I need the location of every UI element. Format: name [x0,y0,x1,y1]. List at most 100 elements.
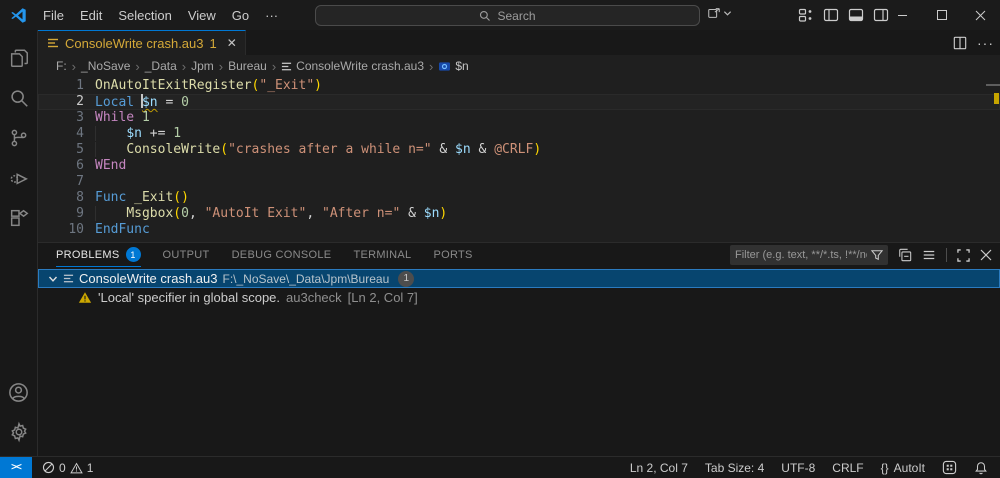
token-control: While [95,110,134,125]
symbol-variable-icon [438,61,451,72]
bottom-panel: PROBLEMS1 OUTPUT DEBUG CONSOLE TERMINAL PORT… [38,242,1000,456]
menu-file[interactable]: File [35,4,72,27]
token-operator: & [400,206,423,221]
token-variable: $n [455,142,471,157]
code-text: $n += 1 [84,126,181,142]
problem-source: au3check [286,290,342,305]
settings-gear-icon[interactable] [0,412,38,452]
breadcrumb-segment[interactable]: F: [56,59,67,73]
code-line: 2Local $n = 0 [38,94,1000,110]
line-number: 6 [38,158,84,174]
breadcrumb-segment[interactable]: _NoSave [81,59,130,73]
menu-go[interactable]: Go [224,4,257,27]
status-problems[interactable]: 0 1 [42,461,93,475]
problems-file-group-row[interactable]: ConsoleWrite crash.au3 F:\_NoSave\_Data\… [38,269,1000,288]
run-task-dropdown[interactable] [707,6,732,20]
panel-tab-label: OUTPUT [163,249,210,261]
filter-icon [871,249,883,261]
maximize-panel-icon[interactable] [957,249,970,262]
extensions-icon[interactable] [0,198,38,238]
panel-tab-terminal[interactable]: TERMINAL [353,243,411,267]
warning-count: 1 [87,461,94,475]
split-editor-icon[interactable] [953,36,967,50]
line-number: 2 [38,94,84,110]
problems-file-name: ConsoleWrite crash.au3 [79,271,218,286]
token-operator [134,110,142,125]
panel-tab-problems[interactable]: PROBLEMS1 [56,243,141,267]
token-bracket: ) [314,78,322,93]
panel-tab-debug-console[interactable]: DEBUG CONSOLE [232,243,332,267]
more-actions-icon[interactable]: ··· [977,35,994,51]
code-line: 6WEnd [38,158,1000,174]
panel-tab-label: PROBLEMS [56,249,120,261]
status-eol[interactable]: CRLF [832,461,863,475]
code-text: Local $n = 0 [84,94,189,110]
code-text: OnAutoItExitRegister("_Exit") [84,78,322,94]
run-task-icon [707,6,721,20]
problem-message: 'Local' specifier in global scope. [98,290,280,305]
code-line: 10EndFunc [38,222,1000,238]
activity-bar [0,30,38,456]
menu-view[interactable]: View [180,4,224,27]
chevron-right-icon: › [272,59,276,74]
token-variable: $n [424,206,440,221]
au3-file-icon [281,61,292,72]
close-button[interactable] [961,0,1000,30]
menu-bar: FileEditSelectionViewGo··· [35,4,286,27]
source-control-icon[interactable] [0,118,38,158]
token-string: "After n=" [322,206,400,221]
line-number: 8 [38,190,84,206]
account-icon[interactable] [0,372,38,412]
overview-ruler[interactable] [986,77,1000,242]
collapse-all-icon[interactable] [898,248,912,262]
problem-row[interactable]: 'Local' specifier in global scope. au3ch… [38,288,1000,307]
breadcrumb-segment[interactable]: Jpm [191,59,214,73]
status-language-mode[interactable]: {} AutoIt [881,461,925,475]
panel-tab-output[interactable]: OUTPUT [163,243,210,267]
run-debug-icon[interactable] [0,158,38,198]
warning-icon [78,291,92,304]
maximize-button[interactable] [922,0,961,30]
line-number: 10 [38,222,84,238]
panel-tab-ports[interactable]: PORTS [433,243,472,267]
status-cursor-position[interactable]: Ln 2, Col 7 [630,461,688,475]
token-string: "crashes after a while n=" [228,142,432,157]
command-center-search[interactable]: Search [315,5,700,26]
menu-[interactable]: ··· [257,4,286,27]
status-encoding[interactable]: UTF-8 [781,461,815,475]
problems-filter-input[interactable]: Filter (e.g. text, **/*.ts, !**/nod... [730,245,888,265]
token-bracket: () [173,190,189,205]
breadcrumb-symbol[interactable]: $n [438,59,468,73]
search-sidebar-icon[interactable] [0,78,38,118]
breadcrumb-file[interactable]: ConsoleWrite crash.au3 [281,59,424,73]
code-editor[interactable]: 1OnAutoItExitRegister("_Exit")2Local $n … [38,77,1000,242]
chevron-down-icon[interactable] [48,274,58,284]
breadcrumb-segment[interactable]: _Data [145,59,177,73]
toggle-primary-sidebar-icon[interactable] [823,7,839,23]
status-tab-size[interactable]: Tab Size: 4 [705,461,764,475]
extension-grid-icon[interactable] [942,460,957,475]
menu-edit[interactable]: Edit [72,4,110,27]
customize-layout-icon[interactable] [798,7,814,23]
notifications-bell-icon[interactable] [974,461,988,475]
code-line: 7 [38,174,1000,190]
tab-close-icon[interactable]: ✕ [227,36,237,50]
menu-selection[interactable]: Selection [110,4,179,27]
token-operator: , [306,206,322,221]
code-text [84,174,95,190]
ruler-cursor-marker [986,84,1000,86]
minimize-button[interactable] [883,0,922,30]
chevron-right-icon: › [219,59,223,74]
tab-consolewrite-crash[interactable]: ConsoleWrite crash.au3 1 ✕ [38,30,246,55]
tab-problem-count: 1 [210,36,217,51]
token-bracket: ( [173,206,181,221]
toggle-panel-icon[interactable] [848,7,864,23]
token-indent [95,206,126,221]
breadcrumb-segment[interactable]: Bureau [228,59,267,73]
token-number: 0 [181,206,189,221]
close-panel-icon[interactable] [980,249,992,261]
view-as-list-icon[interactable] [922,248,936,262]
token-string: "_Exit" [259,78,314,93]
remote-indicator[interactable]: >< [0,457,32,478]
explorer-icon[interactable] [0,38,38,78]
